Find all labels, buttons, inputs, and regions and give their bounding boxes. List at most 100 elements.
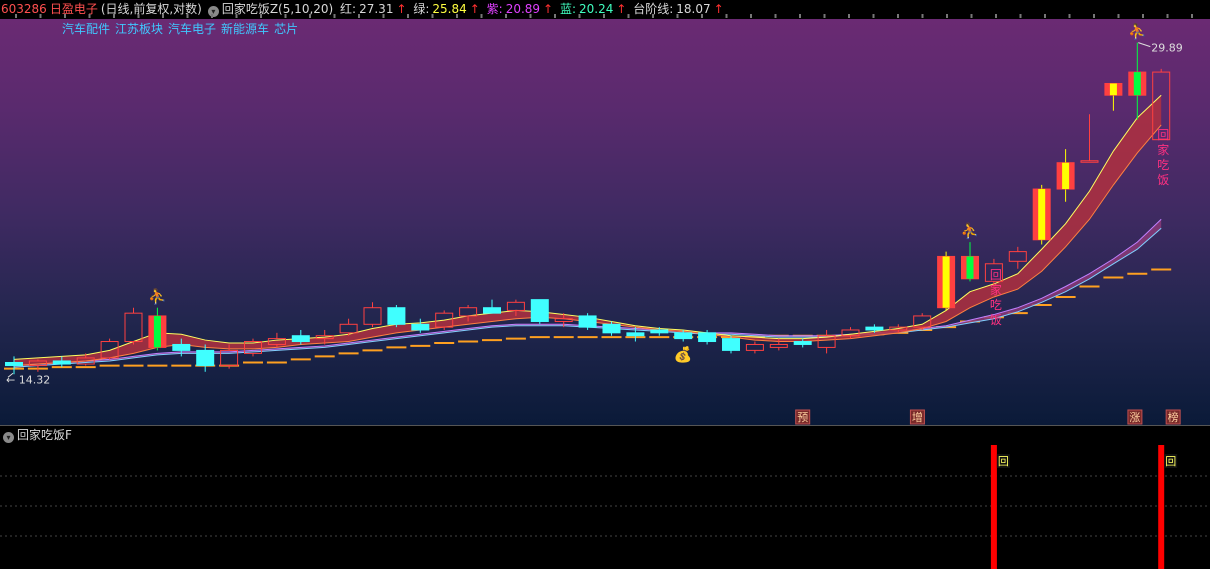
money-bag-icon: 💰: [674, 346, 693, 364]
signal-char: 家: [990, 282, 1002, 297]
date-tick: [211, 14, 213, 18]
tag-badge-label: 榜: [1168, 410, 1179, 424]
candle-body: [506, 301, 525, 311]
date-tick: [39, 14, 42, 18]
date-tick: [995, 14, 997, 18]
date-tick: [725, 14, 728, 18]
signal-label: 回: [1165, 455, 1176, 468]
candle-body: [1080, 160, 1099, 163]
date-tick: [1191, 14, 1193, 18]
candle-body: [578, 315, 597, 328]
candle-body: [363, 307, 382, 325]
date-tick: [1093, 14, 1095, 18]
signal-char: 吃: [1157, 158, 1169, 172]
signal-char: 回: [990, 268, 1002, 282]
date-tick: [137, 14, 140, 18]
candle-body: [530, 299, 549, 322]
date-tick: [970, 14, 973, 18]
signal-char: 吃: [990, 298, 1002, 312]
candle-body: [602, 323, 621, 334]
date-tick: [774, 14, 777, 18]
sub-indicator-menu-icon[interactable]: ▾: [3, 432, 14, 443]
date-tick: [750, 14, 752, 18]
candle-body: [865, 326, 884, 331]
date-tick: [823, 14, 826, 18]
date-tick: [64, 14, 66, 18]
candle-body: [52, 360, 71, 365]
candle-core: [1062, 162, 1070, 190]
signal-bar: [990, 445, 997, 569]
date-tick: [652, 14, 654, 18]
candle-body: [1008, 251, 1027, 262]
candle-core: [1133, 72, 1141, 96]
date-tick: [676, 14, 679, 18]
candle-body: [745, 343, 764, 351]
date-tick: [1117, 14, 1120, 18]
date-tick: [309, 14, 311, 18]
date-tick: [1019, 14, 1022, 18]
candle-body: [722, 338, 740, 351]
sub-indicator-name[interactable]: 回家吃饭F: [17, 428, 72, 442]
date-tick: [897, 14, 899, 18]
candle-body: [5, 361, 23, 367]
signal-char: 回: [1157, 128, 1169, 142]
candle-body: [196, 349, 215, 367]
date-tick: [113, 14, 115, 18]
date-tick: [578, 14, 581, 18]
candle-body: [387, 307, 406, 325]
candle-body: [411, 323, 430, 331]
sub-indicator-panel[interactable]: 回回 ▾ 回家吃饭F: [0, 426, 1210, 569]
date-tick: [382, 14, 385, 18]
signal-char: 家: [1157, 142, 1169, 157]
high-pointer: [1138, 42, 1151, 48]
star-icon: ⛹: [1128, 22, 1147, 41]
date-tick: [799, 14, 801, 18]
date-tick: [284, 14, 287, 18]
signal-char: 饭: [990, 313, 1002, 327]
date-tick: [701, 14, 703, 18]
sub-indicator-chart: 回回: [0, 445, 1210, 569]
candle-body: [698, 332, 717, 343]
date-tick: [529, 14, 532, 18]
candle-body: [626, 332, 645, 337]
date-tick: [872, 14, 875, 18]
date-tick: [407, 14, 409, 18]
candle-core: [942, 256, 950, 308]
tag-badge-label: 预: [797, 411, 808, 424]
candle-core: [153, 315, 161, 348]
date-tick: [921, 14, 924, 18]
candle-core: [966, 256, 974, 279]
date-tick: [1166, 14, 1169, 18]
date-tick: [162, 14, 164, 18]
candle-core: [1038, 189, 1046, 240]
date-tick: [505, 14, 507, 18]
date-tick: [554, 14, 556, 18]
date-tick: [358, 14, 360, 18]
signal-bar: [1158, 445, 1165, 569]
date-tick: [456, 14, 458, 18]
high-price-label: 29.89: [1151, 42, 1183, 55]
date-tick: [946, 14, 948, 18]
signal-label: 回: [998, 455, 1009, 468]
candle-body: [769, 343, 788, 348]
candle-body: [339, 323, 358, 334]
candle-body: [483, 307, 501, 314]
date-tick: [333, 14, 336, 18]
date-tick: [431, 14, 434, 18]
date-tick: [480, 14, 483, 18]
candlestick-chart[interactable]: ⛹⛹⛹💰回家吃饭回家吃饭29.89← 14.32预增涨榜: [0, 19, 1210, 425]
candle-body: [793, 341, 812, 345]
date-tick: [1044, 14, 1046, 18]
date-tick: [1068, 14, 1071, 18]
tag-badge-label: 增: [912, 410, 923, 424]
star-icon: ⛹: [148, 287, 167, 306]
candle-body: [459, 307, 478, 317]
date-tick: [603, 14, 605, 18]
candle-core: [1109, 83, 1117, 96]
tag-badge-label: 涨: [1129, 411, 1140, 424]
star-icon: ⛹: [961, 221, 980, 240]
candle-body: [291, 335, 310, 343]
signal-char: 饭: [1157, 173, 1169, 187]
candle-body: [650, 329, 669, 334]
low-price-label: ← 14.32: [6, 373, 50, 386]
